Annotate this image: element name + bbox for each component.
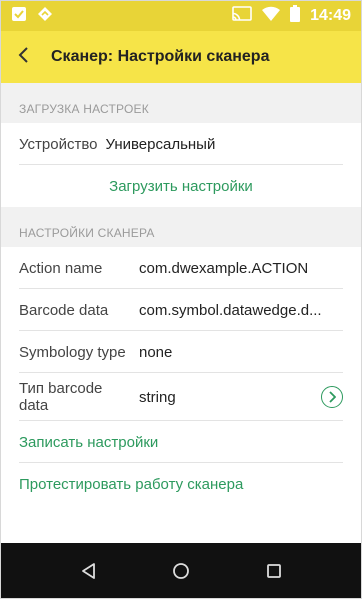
device-row[interactable]: Устройство Универсальный xyxy=(1,123,361,165)
chevron-right-icon xyxy=(328,391,336,403)
status-right: 14:49 xyxy=(232,5,351,27)
back-button[interactable] xyxy=(1,31,45,83)
device-screen: 14:49 Сканер: Настройки сканера ЗАГРУЗКА… xyxy=(0,0,362,599)
page-title: Сканер: Настройки сканера xyxy=(51,48,270,65)
barcode-data-type-row[interactable]: Тип barcode data string xyxy=(1,373,361,421)
section-header-scanner: НАСТРОЙКИ СКАНЕРА xyxy=(1,207,361,247)
status-left xyxy=(11,6,53,27)
wifi-icon xyxy=(262,6,281,27)
row-value: com.symbol.datawedge.d... xyxy=(139,301,322,319)
row-label: Barcode data xyxy=(19,301,109,319)
test-scanner-label: Протестировать работу сканера xyxy=(19,475,244,493)
battery-icon xyxy=(290,5,301,27)
back-triangle-icon xyxy=(80,562,96,580)
barcode-data-row[interactable]: Barcode data com.symbol.datawedge.d... xyxy=(1,289,361,331)
save-settings-label: Записать настройки xyxy=(19,433,159,451)
divider xyxy=(19,164,343,165)
nav-back-button[interactable] xyxy=(68,551,108,591)
nav-bar xyxy=(1,543,361,598)
settings-content[interactable]: ЗАГРУЗКА НАСТРОЕК Устройство Универсальн… xyxy=(1,83,361,543)
device-label: Устройство xyxy=(19,135,98,153)
chevron-left-icon xyxy=(17,46,29,69)
navigation-diamond-icon xyxy=(37,6,53,27)
status-time: 14:49 xyxy=(310,7,351,24)
load-settings-button[interactable]: Загрузить настройки xyxy=(1,165,361,207)
section-header-load: ЗАГРУЗКА НАСТРОЕК xyxy=(1,83,361,123)
test-scanner-button[interactable]: Протестировать работу сканера xyxy=(1,463,361,505)
row-value: com.dwexample.ACTION xyxy=(139,259,309,277)
cast-icon xyxy=(232,5,252,27)
save-settings-button[interactable]: Записать настройки xyxy=(1,421,361,463)
row-value: string xyxy=(139,388,176,406)
row-label: Тип barcode data xyxy=(19,380,103,414)
action-name-row[interactable]: Action name com.dwexample.ACTION xyxy=(1,247,361,289)
row-value: none xyxy=(139,343,173,361)
select-type-button[interactable] xyxy=(321,386,343,408)
toolbar: Сканер: Настройки сканера xyxy=(1,31,361,83)
status-bar: 14:49 xyxy=(1,1,361,31)
device-value: Универсальный xyxy=(105,135,216,153)
recents-square-icon xyxy=(266,563,282,579)
nav-home-button[interactable] xyxy=(161,551,201,591)
nav-recents-button[interactable] xyxy=(254,551,294,591)
checkbox-icon xyxy=(11,6,27,27)
home-circle-icon xyxy=(172,562,190,580)
row-label: Action name xyxy=(19,259,103,277)
row-label: Symbology type xyxy=(19,343,126,361)
symbology-type-row[interactable]: Symbology type none xyxy=(1,331,361,373)
